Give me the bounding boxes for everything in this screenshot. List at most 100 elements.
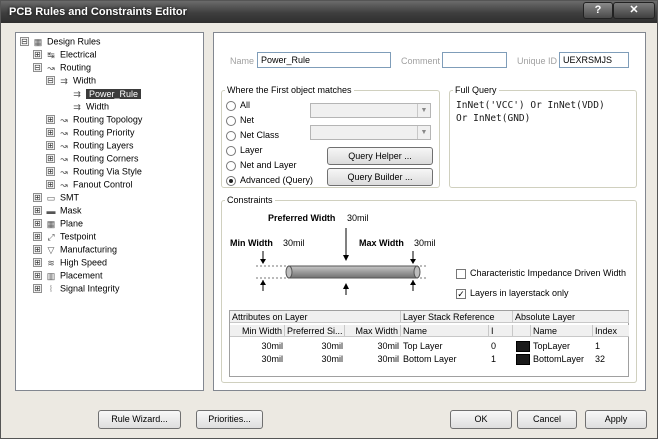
radio-all[interactable]: All	[226, 99, 250, 111]
expand-icon[interactable]: ⊞	[46, 141, 55, 151]
rules-tree[interactable]: ⊟ ▦ Design Rules ⊞ ↹ Electrical ⊟ ↝ Routing ⊟ ⇉…	[15, 32, 204, 391]
cell-preferred-width[interactable]: 30mil	[285, 353, 345, 365]
column-abs-name[interactable]: Name	[531, 325, 593, 337]
tree-node-routing-priority[interactable]: ⊞ ↝ Routing Priority	[46, 126, 135, 138]
tree-node-width[interactable]: ⊟ ⇉ Width	[46, 74, 96, 86]
chevron-down-icon: ▼	[417, 126, 430, 139]
tree-node-label: Routing Layers	[73, 140, 134, 151]
expand-icon[interactable]: ⊞	[33, 193, 42, 203]
tree-node-width-rule[interactable]: ⇉ Width	[70, 100, 109, 112]
close-button[interactable]: ✕	[613, 2, 655, 19]
expand-icon[interactable]: ⊞	[33, 284, 42, 294]
tree-node-routing-topology[interactable]: ⊞ ↝ Routing Topology	[46, 113, 142, 125]
tree-node-high-speed[interactable]: ⊞ ≋ High Speed	[33, 256, 107, 268]
tree-node-routing[interactable]: ⊟ ↝ Routing	[33, 61, 91, 73]
expand-icon[interactable]: ⊞	[46, 167, 55, 177]
tree-node-label: High Speed	[60, 257, 108, 268]
tree-node-manufacturing[interactable]: ⊞ ▽ Manufacturing	[33, 243, 117, 255]
cell-preferred-width[interactable]: 30mil	[285, 340, 345, 352]
tree-node-routing-via-style[interactable]: ⊞ ↝ Routing Via Style	[46, 165, 142, 177]
routing-icon: ↝	[60, 127, 68, 138]
collapse-icon[interactable]: ⊟	[33, 63, 42, 73]
width-rule-icon: ⇉	[60, 75, 68, 86]
tree-node-label: Electrical	[60, 49, 97, 60]
cell-abs-index: 1	[595, 341, 601, 351]
expand-icon[interactable]: ⊞	[46, 180, 55, 190]
match-combo-top[interactable]: ▼	[310, 103, 431, 118]
cell-min-width[interactable]: 30mil	[230, 340, 285, 352]
expand-icon[interactable]: ⊞	[46, 115, 55, 125]
priorities-button[interactable]: Priorities...	[196, 410, 263, 429]
query-builder-button[interactable]: Query Builder ...	[327, 168, 433, 186]
tree-node-routing-layers[interactable]: ⊞ ↝ Routing Layers	[46, 139, 134, 151]
expand-icon[interactable]: ⊞	[33, 245, 42, 255]
column-stack-name[interactable]: Name	[401, 325, 489, 337]
apply-button[interactable]: Apply	[585, 410, 647, 429]
expand-icon[interactable]: ⊞	[33, 50, 42, 60]
checkbox-icon	[456, 268, 466, 279]
routing-icon: ↝	[60, 166, 68, 177]
tree-node-testpoint[interactable]: ⊞ ⤢ Testpoint	[33, 230, 96, 242]
cell-abs-index: 32	[595, 354, 606, 364]
help-button[interactable]: ?	[583, 2, 613, 19]
column-stack-index[interactable]: I	[489, 325, 513, 337]
impedance-driven-checkbox[interactable]: Characteristic Impedance Driven Width	[456, 267, 626, 279]
tree-node-smt[interactable]: ⊞ ▭ SMT	[33, 191, 79, 203]
column-preferred-width[interactable]: Preferred Si...	[285, 325, 345, 337]
match-group-title: Where the First object matches	[225, 85, 354, 95]
tree-node-label: Placement	[60, 270, 103, 281]
cancel-button[interactable]: Cancel	[517, 410, 577, 429]
column-abs-index[interactable]: Index	[593, 325, 629, 337]
full-query-text[interactable]: InNet('VCC') Or InNet(VDD) Or InNet(GND)	[456, 99, 641, 125]
radio-net-class[interactable]: Net Class	[226, 129, 279, 141]
radio-advanced-query[interactable]: Advanced (Query)	[226, 174, 313, 186]
name-input[interactable]: Power_Rule	[257, 52, 391, 68]
expand-icon[interactable]: ⊞	[33, 258, 42, 268]
cell-min-width[interactable]: 30mil	[230, 353, 285, 365]
tree-node-design-rules[interactable]: ⊟ ▦ Design Rules	[20, 35, 101, 47]
rule-wizard-button[interactable]: Rule Wizard...	[98, 410, 181, 429]
cell-stack-index: 1	[491, 354, 497, 364]
tree-node-signal-integrity[interactable]: ⊞ ⦚ Signal Integrity	[33, 282, 120, 294]
tree-node-plane[interactable]: ⊞ ▦ Plane	[33, 217, 83, 229]
expand-icon[interactable]: ⊞	[46, 154, 55, 164]
tree-node-label: Power_Rule	[86, 88, 142, 99]
tree-node-label: Manufacturing	[60, 244, 118, 255]
expand-icon[interactable]: ⊞	[33, 271, 42, 281]
match-combo-bottom[interactable]: ▼	[310, 125, 431, 140]
window-title: PCB Rules and Constraints Editor	[9, 6, 187, 18]
radio-net-and-layer[interactable]: Net and Layer	[226, 159, 297, 171]
expand-icon[interactable]: ⊞	[33, 232, 42, 242]
column-min-width[interactable]: Min Width	[230, 325, 285, 337]
collapse-icon[interactable]: ⊟	[46, 76, 55, 86]
tree-node-label: Width	[86, 101, 110, 112]
tree-node-label: Routing	[60, 62, 92, 73]
unique-id-input[interactable]: UEXRSMJS	[559, 52, 629, 68]
tree-node-label: Plane	[60, 218, 84, 229]
expand-icon[interactable]: ⊞	[33, 206, 42, 216]
preferred-width-value[interactable]: 30mil	[347, 213, 369, 223]
tree-node-fanout-control[interactable]: ⊞ ↝ Fanout Control	[46, 178, 133, 190]
ok-button[interactable]: OK	[450, 410, 512, 429]
plane-icon: ▦	[46, 218, 56, 229]
tree-node-label: Routing Via Style	[73, 166, 142, 177]
tree-node-placement[interactable]: ⊞ ▥ Placement	[33, 269, 103, 281]
tree-node-power-rule[interactable]: ⇉ Power_Rule	[70, 87, 142, 99]
cell-max-width[interactable]: 30mil	[345, 353, 401, 365]
cell-max-width[interactable]: 30mil	[345, 340, 401, 352]
comment-input[interactable]	[442, 52, 507, 68]
query-helper-button[interactable]: Query Helper ...	[327, 147, 433, 165]
layers-in-layerstack-checkbox[interactable]: ✓ Layers in layerstack only	[456, 287, 569, 299]
tree-node-label: Routing Corners	[73, 153, 139, 164]
collapse-icon[interactable]: ⊟	[20, 37, 29, 47]
tree-node-electrical[interactable]: ⊞ ↹ Electrical	[33, 48, 97, 60]
layer-width-grid[interactable]: Attributes on Layer Layer Stack Referenc…	[229, 310, 629, 377]
expand-icon[interactable]: ⊞	[46, 128, 55, 138]
tree-node-routing-corners[interactable]: ⊞ ↝ Routing Corners	[46, 152, 139, 164]
radio-layer[interactable]: Layer	[226, 144, 263, 156]
testpoint-icon: ⤢	[47, 231, 55, 242]
radio-net[interactable]: Net	[226, 114, 254, 126]
column-max-width[interactable]: Max Width	[345, 325, 401, 337]
tree-node-mask[interactable]: ⊞ ▬ Mask	[33, 204, 82, 216]
expand-icon[interactable]: ⊞	[33, 219, 42, 229]
